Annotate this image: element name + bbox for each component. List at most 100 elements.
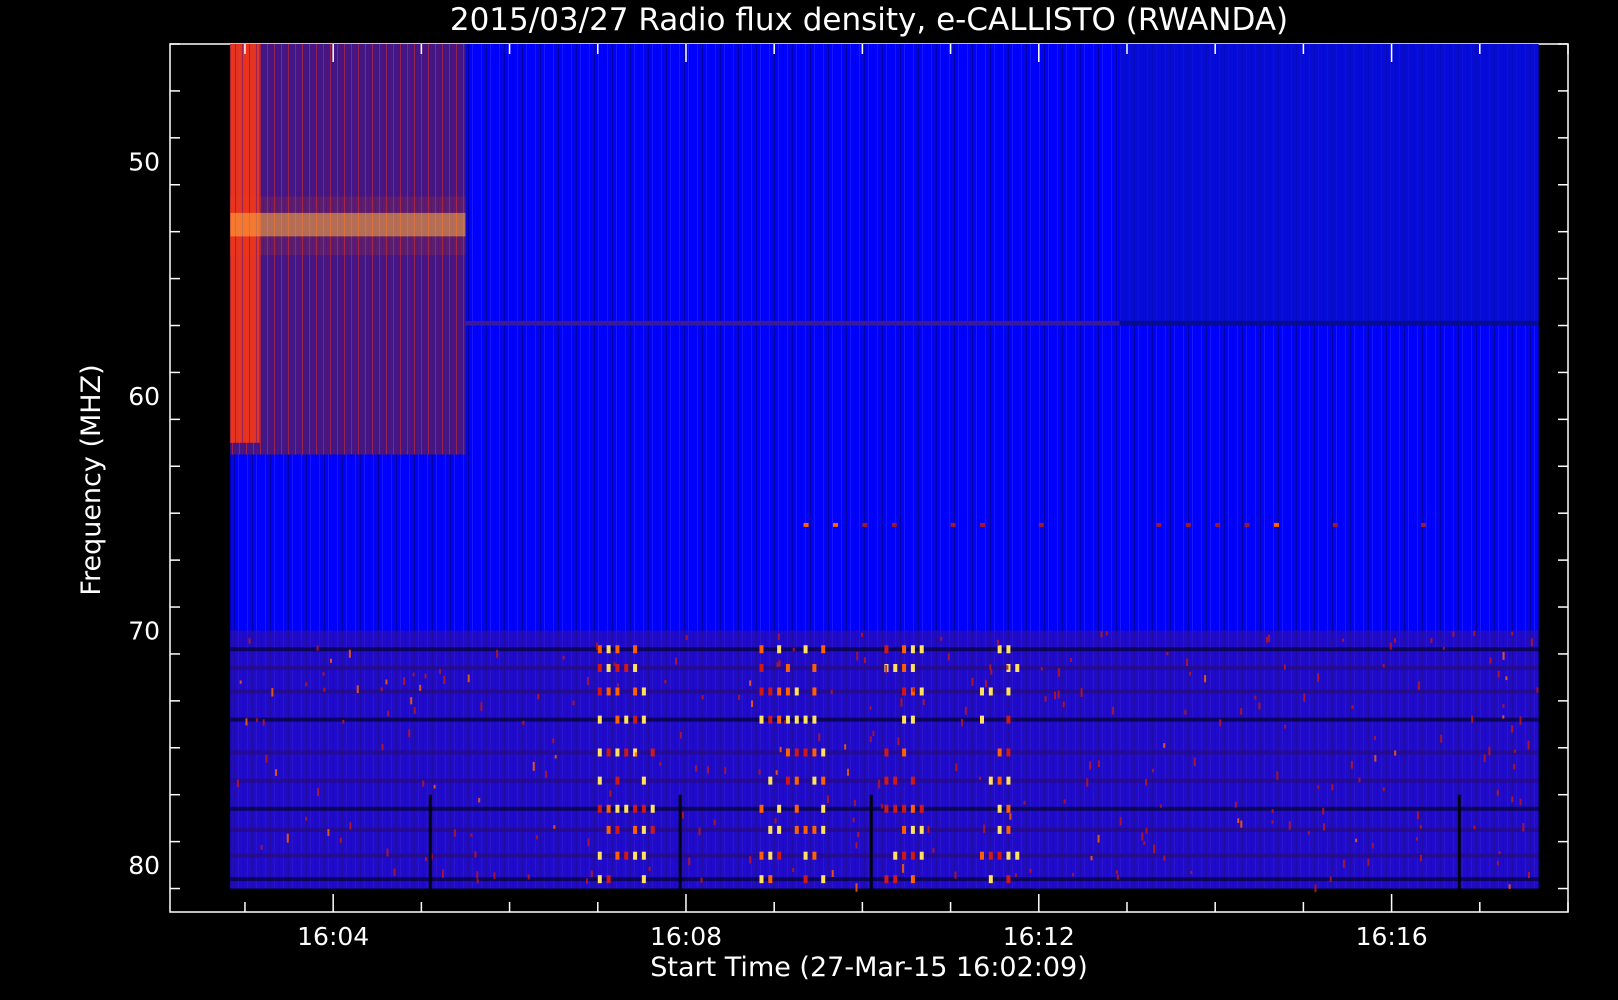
rfi-speck <box>1234 801 1237 808</box>
rfi-speck <box>749 680 752 686</box>
rfi-hotspot <box>597 851 602 860</box>
rfi-speck <box>585 878 588 885</box>
rfi-speck <box>1430 637 1433 643</box>
rfi-hotspot <box>893 804 898 813</box>
rfi-hotspot <box>910 776 915 785</box>
rfi-speck <box>1314 884 1317 893</box>
rfi-speck <box>1502 651 1505 660</box>
rfi-speck <box>634 752 637 757</box>
rfi-hotspot <box>785 748 790 757</box>
rfi-speck <box>327 828 330 836</box>
rfi-hotspot <box>910 645 915 654</box>
rfi-speck <box>1159 804 1162 808</box>
rfi-speck <box>1394 750 1397 756</box>
rfi-speck <box>1530 638 1533 647</box>
rfi-hotspot <box>902 687 907 696</box>
rfi-speck <box>1204 675 1207 683</box>
rfi-dot-65 <box>950 522 956 527</box>
rfi-speck <box>1271 809 1274 813</box>
rfi-hotspot <box>1006 645 1011 654</box>
rfi-speck <box>902 863 905 873</box>
rfi-speck <box>1112 706 1115 715</box>
rfi-speck <box>830 689 833 695</box>
rfi-speck <box>536 835 539 840</box>
rfi-hotspot <box>624 715 629 724</box>
rfi-speck <box>922 699 925 706</box>
rfi-speck <box>387 710 390 717</box>
rfi-speck <box>1054 691 1057 700</box>
rfi-speck <box>751 700 754 707</box>
rfi-hotspot <box>794 715 799 724</box>
rfi-speck <box>1105 631 1108 636</box>
rfi-hotspot <box>794 748 799 757</box>
rfi-hotspot <box>759 687 764 696</box>
rfi-speck <box>552 738 555 744</box>
rfi-hotspot <box>919 825 924 834</box>
rfi-dot-65 <box>1420 522 1426 527</box>
rfi-hotspot <box>759 715 764 724</box>
rfi-speck <box>897 737 900 746</box>
rfi-speck <box>1527 740 1530 750</box>
rfi-speck <box>476 879 479 884</box>
rfi-hotspot <box>884 748 889 757</box>
rfi-speck <box>476 871 479 879</box>
rfi-speck <box>410 697 413 705</box>
rfi-hotspot <box>615 748 620 757</box>
rfi-speck <box>984 679 987 688</box>
rfi-hotspot <box>997 825 1002 834</box>
rfi-speck <box>1057 668 1060 677</box>
rfi-speck <box>260 844 263 850</box>
rfi-hotspot <box>812 748 817 757</box>
rfi-hotspot <box>606 825 611 834</box>
rfi-speck <box>433 784 436 789</box>
rfi-hotspot <box>988 851 993 860</box>
rfi-hotspot <box>597 748 602 757</box>
rfi-speck <box>262 719 265 726</box>
rfi-hotspot <box>988 687 993 696</box>
rfi-speck <box>1367 858 1370 866</box>
rfi-speck <box>1143 841 1146 845</box>
rfi-hotspot <box>641 804 646 813</box>
rfi-hotspot <box>902 664 907 673</box>
y-tick-label: 80 <box>128 851 160 880</box>
y-axis-label: Frequency (MHZ) <box>76 364 107 595</box>
rfi-hotspot <box>768 825 773 834</box>
rfi-speck <box>912 688 915 692</box>
rfi-hotspot <box>812 776 817 785</box>
rfi-speck <box>305 816 308 821</box>
rfi-speck <box>1498 851 1501 855</box>
rfi-speck <box>675 657 678 665</box>
rfi-speck <box>1416 811 1419 820</box>
rfi-speck <box>701 695 704 700</box>
rfi-speck <box>758 769 761 775</box>
rfi-speck <box>1119 816 1122 826</box>
rfi-speck <box>323 687 326 692</box>
rfi-hotspot <box>641 875 646 884</box>
rfi-speck <box>971 677 974 686</box>
rfi-speck <box>480 702 483 711</box>
rfi-hotspot <box>919 645 924 654</box>
rfi-speck <box>1153 844 1156 854</box>
rfi-hotspot <box>902 645 907 654</box>
rfi-hotspot <box>997 776 1002 785</box>
y-tick-label: 50 <box>128 147 160 176</box>
rfi-hotspot <box>615 804 620 813</box>
rfi-speck <box>1505 676 1508 681</box>
rfi-speck <box>724 767 727 774</box>
rfi-speck <box>1442 646 1445 650</box>
rfi-hotspot <box>633 664 638 673</box>
rfi-speck <box>1307 831 1310 835</box>
rfi-speck <box>403 677 406 685</box>
rfi-hotspot <box>597 664 602 673</box>
rfi-hotspot <box>777 825 782 834</box>
rfi-hotspot <box>893 776 898 785</box>
rfi-speck <box>554 755 557 759</box>
rfi-speck <box>1389 642 1392 650</box>
rfi-speck <box>1086 778 1089 787</box>
rfi-line-4 <box>230 717 1539 722</box>
x-tick-label: 16:08 <box>650 922 722 951</box>
rfi-hotspot <box>615 687 620 696</box>
rfi-hotspot <box>812 851 817 860</box>
rfi-hotspot <box>633 715 638 724</box>
x-axis-label: Start Time (27-Mar-15 16:02:09) <box>650 952 1088 983</box>
